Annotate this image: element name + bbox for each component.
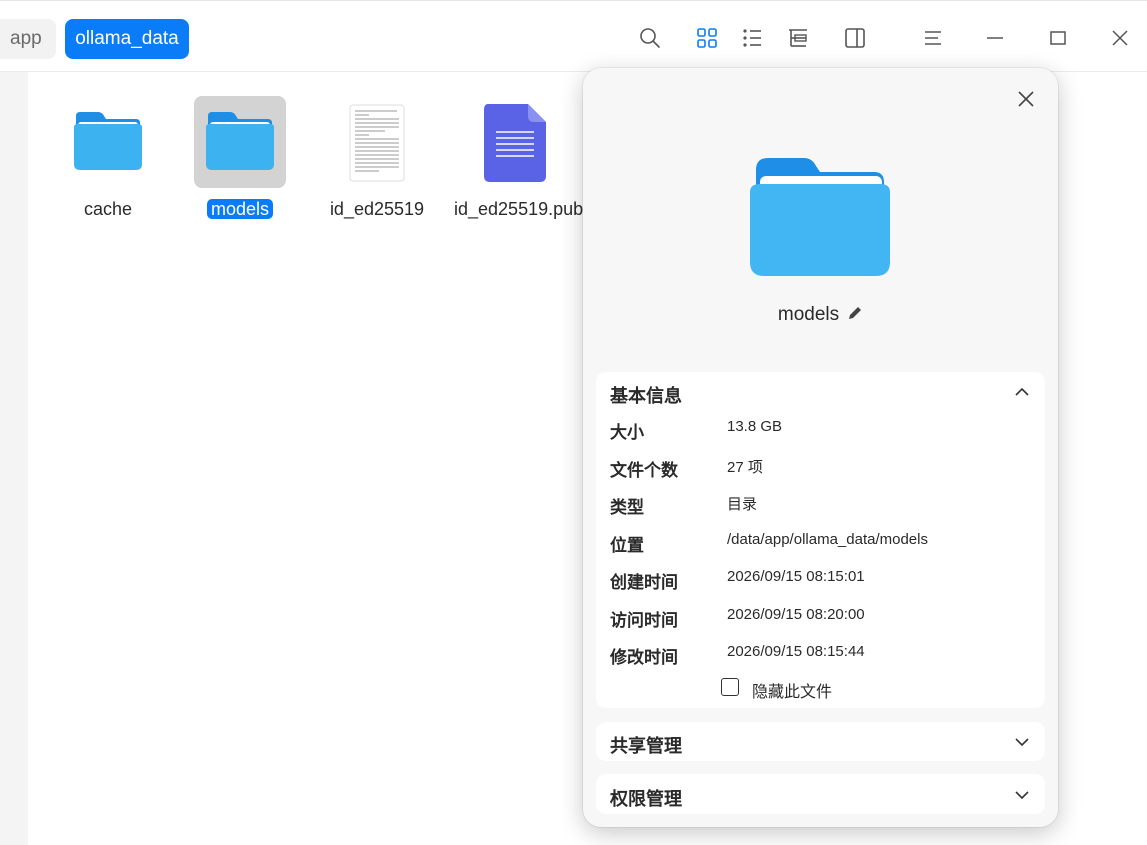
item-name: models <box>777 304 840 325</box>
breadcrumb-ollama-data[interactable]: ollama_data <box>65 19 189 59</box>
section-title: 基本信息 <box>610 386 682 406</box>
chevron-up-icon[interactable] <box>1013 383 1031 401</box>
permission-management-section[interactable]: 权限管理 <box>596 774 1045 814</box>
file-item-cache[interactable]: cache <box>58 96 158 223</box>
location-value: /data/app/ollama_data/models <box>727 531 928 548</box>
file-item-id-ed25519[interactable]: id_ed25519 <box>327 96 427 223</box>
row-value: 目录 <box>727 496 758 513</box>
properties-panel: models 基本信息 大小 13.8 GB 文件个数 27 项 类型 目录 位… <box>583 68 1058 827</box>
chevron-down-icon[interactable] <box>1013 733 1031 751</box>
close-icon[interactable] <box>1015 88 1037 110</box>
file-name: id_ed25519.pub <box>454 199 584 219</box>
row-label: 访问时间 <box>610 611 678 630</box>
row-value: 2026/09/15 08:15:01 <box>727 568 865 585</box>
row-value: 2026/09/15 08:15:44 <box>727 643 865 660</box>
file-item-models[interactable]: models <box>190 96 290 223</box>
folder-icon <box>750 156 890 278</box>
document-icon <box>468 96 560 188</box>
row-label: 文件个数 <box>610 461 678 480</box>
row-label: 修改时间 <box>610 648 678 667</box>
text-file-icon <box>331 96 423 188</box>
basic-info-section: 基本信息 大小 13.8 GB 文件个数 27 项 类型 目录 位置 /data… <box>596 372 1045 708</box>
folder-icon <box>62 96 154 188</box>
side-panel-icon[interactable] <box>843 26 867 50</box>
file-item-id-ed25519-pub[interactable]: id_ed25519.pub <box>454 96 583 223</box>
sidebar-edge <box>0 72 28 845</box>
edit-pencil-icon[interactable] <box>847 305 863 321</box>
tree-view-icon[interactable] <box>786 26 810 50</box>
chevron-down-icon[interactable] <box>1013 786 1031 804</box>
icon-view-icon[interactable] <box>695 26 719 50</box>
breadcrumb-app[interactable]: app <box>0 19 56 59</box>
file-name-selected: models <box>206 199 274 219</box>
row-value: 27 项 <box>727 459 763 476</box>
share-management-section[interactable]: 共享管理 <box>596 722 1045 761</box>
search-icon[interactable] <box>638 26 662 50</box>
row-value: 2026/09/15 08:20:00 <box>727 606 865 623</box>
title-bar: app ollama_data <box>0 0 1147 72</box>
section-title: 共享管理 <box>610 736 682 756</box>
menu-icon[interactable] <box>921 26 945 50</box>
folder-icon <box>194 96 286 188</box>
row-label: 类型 <box>610 498 644 517</box>
row-label: 大小 <box>610 423 644 442</box>
minimize-icon[interactable] <box>983 26 1007 50</box>
maximize-icon[interactable] <box>1046 26 1070 50</box>
close-icon[interactable] <box>1108 26 1132 50</box>
file-name: id_ed25519 <box>329 199 425 219</box>
row-label: 位置 <box>610 536 644 555</box>
file-name: cache <box>83 199 133 219</box>
hide-file-label: 隐藏此文件 <box>752 684 833 701</box>
section-title: 权限管理 <box>610 789 682 809</box>
row-label: 创建时间 <box>610 573 678 592</box>
hide-file-checkbox[interactable] <box>721 678 739 696</box>
row-value: 13.8 GB <box>727 418 783 435</box>
list-view-icon[interactable] <box>740 26 764 50</box>
